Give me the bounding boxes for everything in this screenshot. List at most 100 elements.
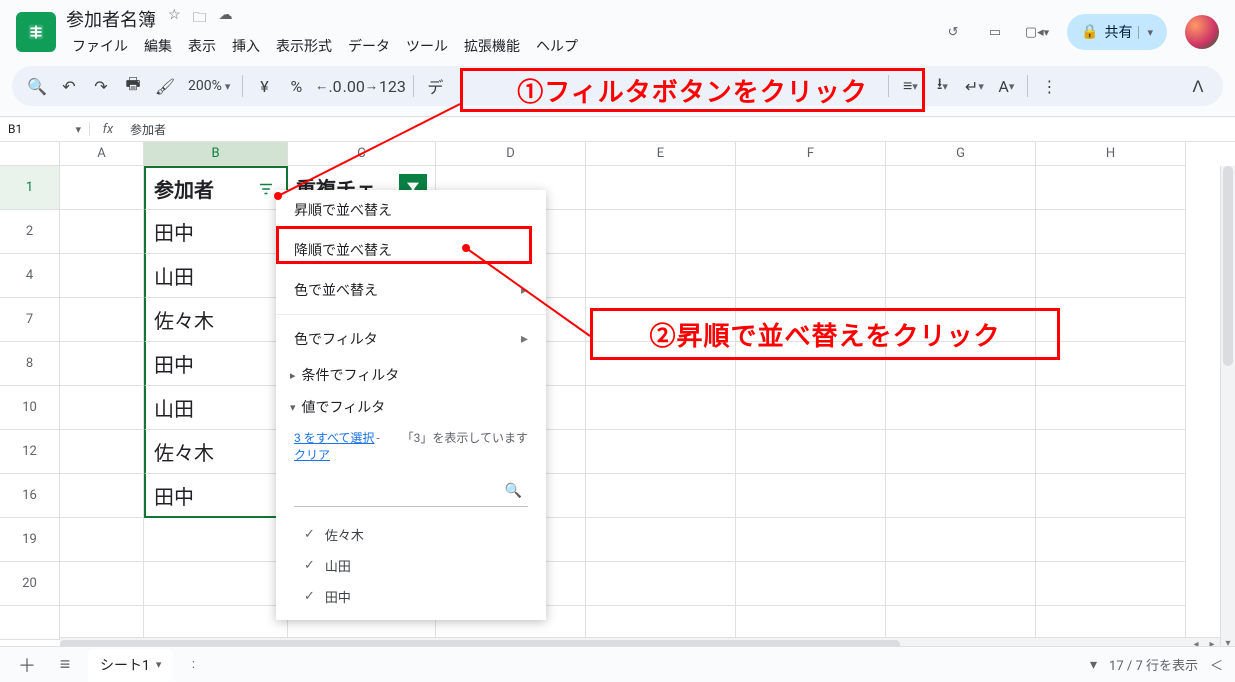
col-header-C[interactable]: C: [288, 142, 436, 166]
cell[interactable]: [60, 254, 144, 298]
cell[interactable]: [144, 518, 288, 562]
cell[interactable]: [736, 430, 886, 474]
col-header-G[interactable]: G: [886, 142, 1036, 166]
row-header[interactable]: 12: [0, 430, 60, 474]
comments-icon[interactable]: ▭: [983, 20, 1007, 44]
cell[interactable]: [60, 430, 144, 474]
print-button[interactable]: 🖶: [118, 71, 148, 101]
menu-insert[interactable]: 挿入: [226, 34, 266, 58]
cell[interactable]: 佐々木: [144, 430, 288, 474]
filter-value-option[interactable]: ✓山田: [304, 550, 528, 581]
col-header-E[interactable]: E: [586, 142, 736, 166]
col-header-F[interactable]: F: [736, 142, 886, 166]
cell[interactable]: [886, 606, 1036, 640]
menu-extensions[interactable]: 拡張機能: [458, 34, 526, 58]
cell[interactable]: [60, 210, 144, 254]
select-all-corner[interactable]: [0, 142, 60, 166]
row-header[interactable]: [0, 606, 60, 640]
redo-button[interactable]: ↷: [86, 71, 116, 101]
sheet-next-icon[interactable]: :: [181, 657, 205, 672]
row-header[interactable]: 2: [0, 210, 60, 254]
cell[interactable]: [1036, 386, 1186, 430]
cell[interactable]: [60, 606, 144, 640]
cell[interactable]: [886, 210, 1036, 254]
cell[interactable]: [144, 562, 288, 606]
cell[interactable]: [1036, 430, 1186, 474]
more-button[interactable]: ⋮: [1034, 71, 1064, 101]
cell[interactable]: [586, 210, 736, 254]
paint-format-button[interactable]: 🖌: [150, 71, 180, 101]
name-box[interactable]: B1▾: [0, 122, 90, 136]
cell[interactable]: [886, 386, 1036, 430]
star-icon[interactable]: ☆: [168, 7, 181, 31]
col-header-A[interactable]: A: [60, 142, 144, 166]
share-button[interactable]: 🔒 共有 ▾: [1067, 14, 1167, 50]
cell[interactable]: [60, 562, 144, 606]
filter-condition-item[interactable]: ▸条件でフィルタ: [276, 359, 546, 391]
sheet-tab[interactable]: シート1 ▾: [88, 649, 173, 681]
cell[interactable]: [736, 254, 886, 298]
doc-title[interactable]: 参加者名簿: [66, 6, 156, 32]
cloud-icon[interactable]: ☁: [219, 7, 233, 31]
cell[interactable]: [736, 562, 886, 606]
cell[interactable]: [1036, 210, 1186, 254]
cell[interactable]: [586, 474, 736, 518]
cell[interactable]: [736, 606, 886, 640]
cell[interactable]: [886, 166, 1036, 210]
cell[interactable]: [1036, 474, 1186, 518]
cell[interactable]: [736, 386, 886, 430]
cell[interactable]: [60, 166, 144, 210]
cell[interactable]: [60, 474, 144, 518]
cell[interactable]: [1036, 562, 1186, 606]
filter-icon[interactable]: [254, 177, 278, 201]
cell[interactable]: [586, 562, 736, 606]
filter-search-input[interactable]: 🔍: [294, 475, 528, 507]
cell[interactable]: [586, 606, 736, 640]
filter-value-option[interactable]: ✓田中: [304, 581, 528, 612]
menu-format[interactable]: 表示形式: [270, 34, 338, 58]
cell[interactable]: [60, 518, 144, 562]
cell[interactable]: [1036, 166, 1186, 210]
menu-view[interactable]: 表示: [182, 34, 222, 58]
row-header[interactable]: 8: [0, 342, 60, 386]
menu-data[interactable]: データ: [342, 34, 396, 58]
cell[interactable]: [886, 518, 1036, 562]
cell[interactable]: [586, 166, 736, 210]
cell[interactable]: [60, 298, 144, 342]
formula-content[interactable]: 参加者: [126, 121, 166, 138]
cell[interactable]: [1036, 254, 1186, 298]
currency-button[interactable]: ¥: [249, 71, 279, 101]
cell[interactable]: 山田: [144, 386, 288, 430]
col-header-H[interactable]: H: [1036, 142, 1186, 166]
meet-icon[interactable]: ▢◂ ▾: [1025, 20, 1049, 44]
menu-help[interactable]: ヘルプ: [530, 34, 584, 58]
percent-button[interactable]: %: [281, 71, 311, 101]
add-sheet-button[interactable]: ＋: [12, 650, 42, 680]
col-header-D[interactable]: D: [436, 142, 586, 166]
spreadsheet-grid[interactable]: A B C D E F G H ▾ ▾ 1 参加者 重複チェ: [0, 142, 1235, 652]
wrap-button[interactable]: ↵▾: [959, 71, 989, 101]
menu-tools[interactable]: ツール: [400, 34, 454, 58]
cell[interactable]: [886, 254, 1036, 298]
row-header[interactable]: 19: [0, 518, 60, 562]
sort-asc-item[interactable]: 昇順で並べ替え: [276, 190, 546, 230]
cell[interactable]: [886, 474, 1036, 518]
history-icon[interactable]: ↺: [941, 20, 965, 44]
cell[interactable]: [1036, 518, 1186, 562]
row-header[interactable]: 7: [0, 298, 60, 342]
chevron-down-icon[interactable]: ▾: [156, 658, 162, 671]
decrease-decimal-button[interactable]: ←.0: [313, 71, 343, 101]
menu-edit[interactable]: 編集: [138, 34, 178, 58]
filter-value-item[interactable]: ▾値でフィルタ: [276, 391, 546, 423]
number-format-button[interactable]: 123: [377, 71, 407, 101]
select-all-link[interactable]: 3 をすべて選択: [294, 431, 374, 445]
cell[interactable]: [586, 254, 736, 298]
cell[interactable]: [736, 166, 886, 210]
cell-B1[interactable]: 参加者: [144, 166, 288, 210]
cell[interactable]: [144, 606, 288, 640]
increase-decimal-button[interactable]: .00→: [345, 71, 375, 101]
row-header[interactable]: 16: [0, 474, 60, 518]
search-icon[interactable]: 🔍: [22, 71, 52, 101]
sheets-logo[interactable]: [16, 12, 56, 52]
menu-file[interactable]: ファイル: [66, 34, 134, 58]
